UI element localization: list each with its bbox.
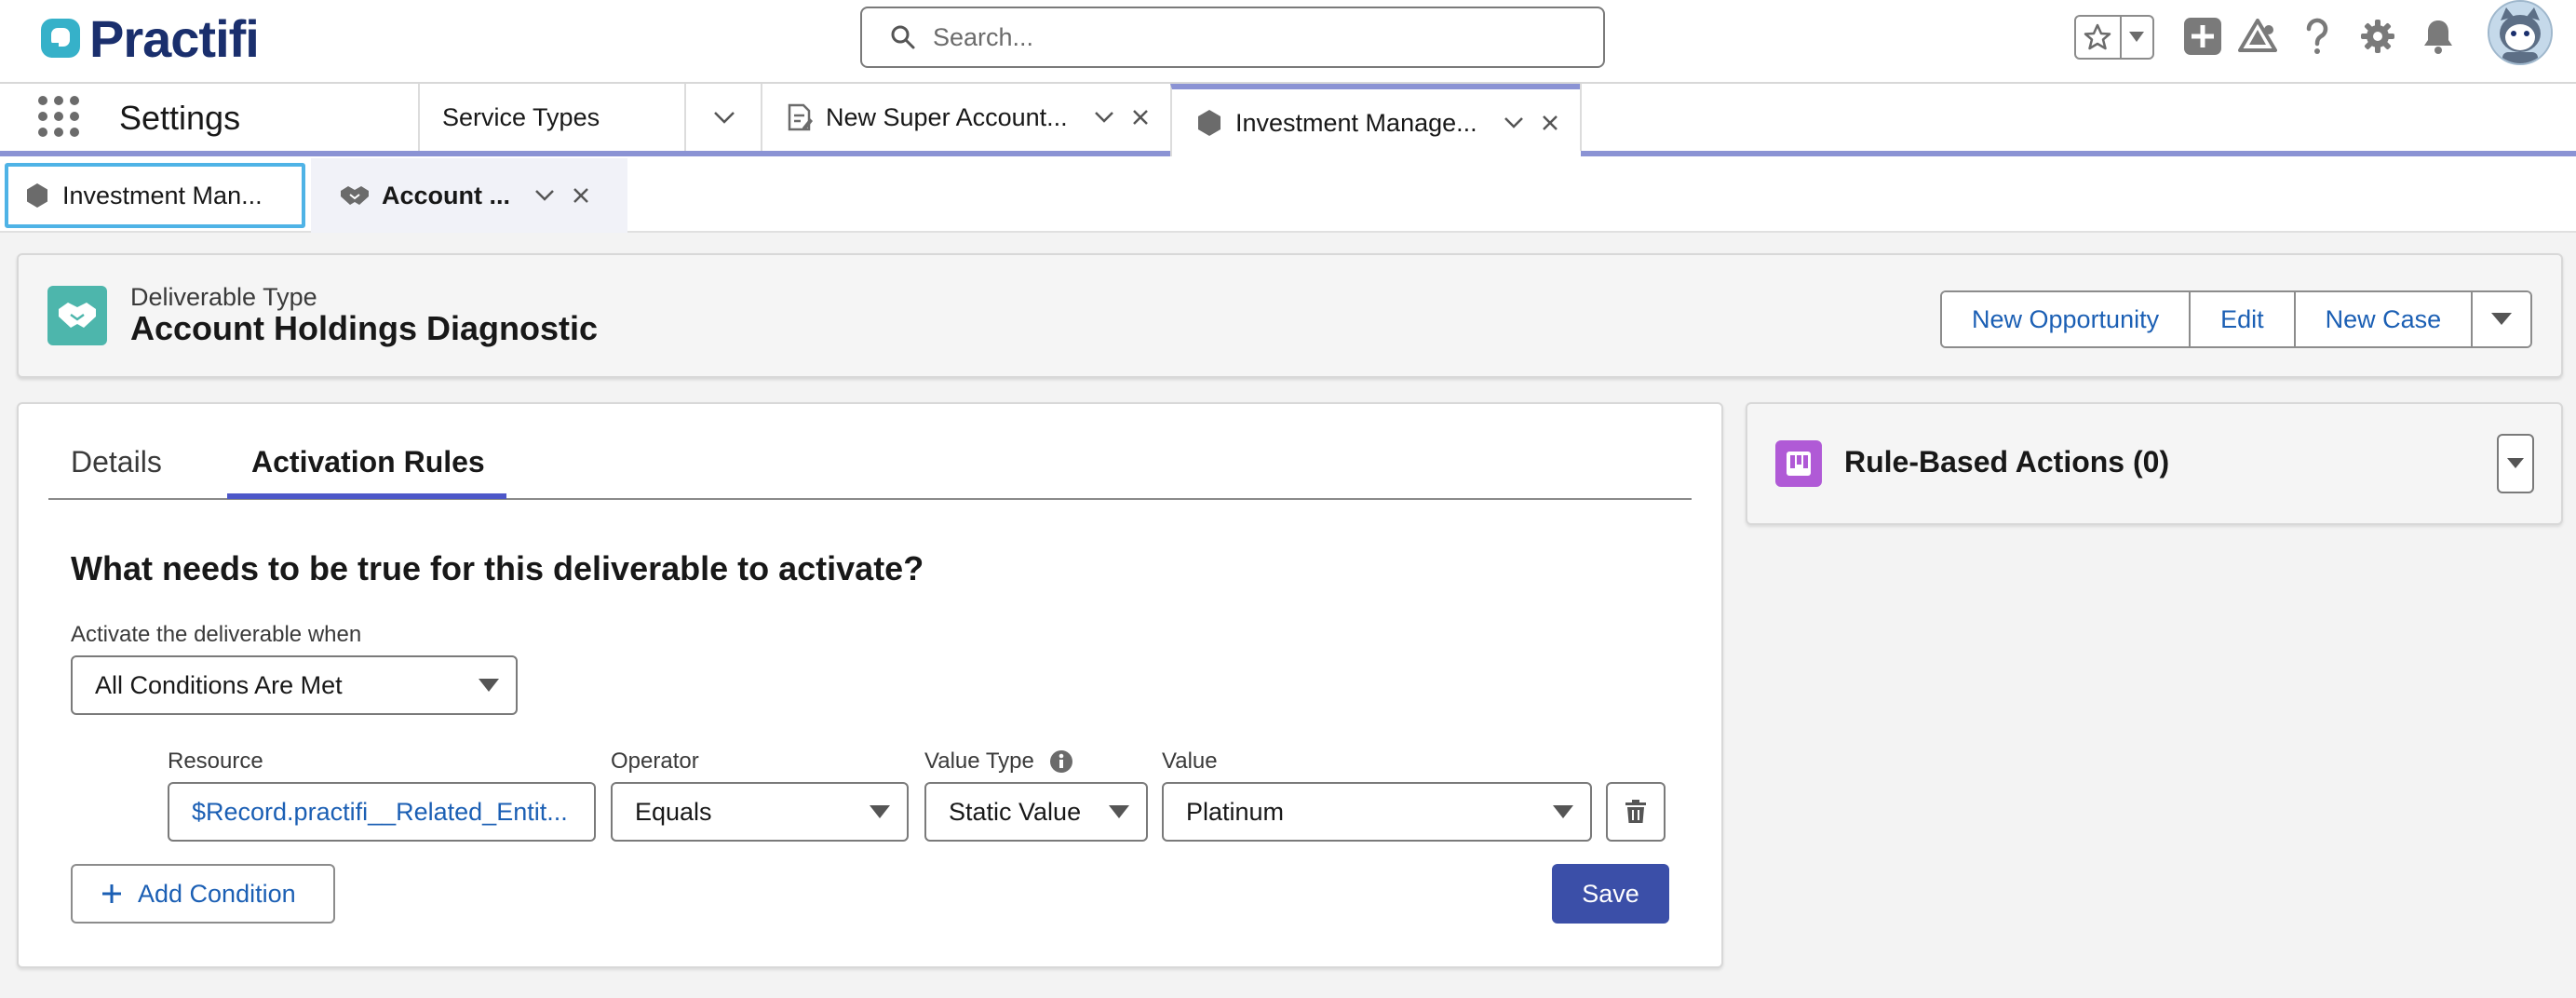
chevron-down-icon [713,112,735,124]
record-actions: New Opportunity Edit New Case [1940,290,2533,348]
help-icon[interactable] [2295,14,2340,59]
object-type-label: Deliverable Type [130,283,317,311]
activate-when-select[interactable]: All Conditions Are Met [71,655,518,715]
app-launcher-icon[interactable] [37,95,80,138]
add-condition-label: Add Condition [138,879,296,908]
resource-label: Resource [168,748,263,774]
caret-down-icon [2491,313,2513,325]
close-icon[interactable] [572,186,590,205]
caret-down-icon [1553,805,1573,818]
value-value: Platinum [1186,797,1285,826]
nav-tab-label: New Super Account... [826,102,1068,131]
value-type-value: Static Value [949,797,1082,826]
value-select[interactable]: Platinum [1162,782,1592,842]
rule-based-actions-menu-button[interactable] [2497,434,2534,493]
tab-divider [1580,84,1582,151]
search-input[interactable] [933,22,1566,52]
caret-down-icon [2507,458,2524,468]
favorites-button-group[interactable] [2074,15,2154,60]
favorites-menu-icon[interactable] [2122,17,2152,58]
tab-details[interactable]: Details [71,445,162,479]
nav-tab-label: Service Types [442,102,600,131]
add-condition-button[interactable]: Add Condition [71,864,335,924]
app-name: Settings [119,99,241,137]
chevron-down-icon[interactable] [1094,111,1114,124]
subtab-label: Investment Man... [62,181,263,209]
global-create-icon[interactable] [2180,14,2225,59]
avatar-icon [2489,2,2551,63]
value-type-label-text: Value Type [924,748,1034,774]
more-actions-button[interactable] [2473,292,2531,346]
record-title: Account Holdings Diagnostic [130,309,599,347]
practifi-logo[interactable]: Practifi [37,8,260,68]
practifi-logo-icon [41,19,80,58]
global-search[interactable] [860,7,1605,68]
close-icon[interactable] [1541,114,1559,132]
caret-down-icon [479,679,499,692]
nav-tab-service-types[interactable]: Service Types [418,84,685,151]
hexagon-icon [1196,109,1222,137]
nav-tab-label: Investment Manage... [1235,108,1477,137]
value-type-select[interactable]: Static Value [924,782,1148,842]
resource-value: $Record.practifi__Related_Entit... [192,797,568,826]
trash-icon [1625,800,1646,823]
value-label: Value [1162,748,1218,774]
caret-down-icon [870,805,890,818]
user-avatar[interactable] [2488,0,2553,65]
tab-activation-rules[interactable]: Activation Rules [251,445,485,479]
activate-when-label: Activate the deliverable when [71,622,362,647]
nav-tab-service-types-menu[interactable] [684,84,762,151]
close-icon[interactable] [1131,108,1150,127]
note-icon [787,103,813,131]
nav-tab-new-super-account[interactable]: New Super Account... [761,84,1171,151]
rules-heading: What needs to be true for this deliverab… [71,549,924,587]
edit-button[interactable]: Edit [2191,292,2296,346]
active-tab-indicator [227,493,506,499]
info-icon[interactable] [1049,749,1073,774]
operator-value: Equals [635,797,712,826]
setup-gear-icon[interactable] [2355,14,2400,59]
notifications-bell-icon[interactable] [2416,14,2461,59]
rule-based-actions-title: Rule-Based Actions (0) [1844,445,2170,479]
caret-down-icon [1109,805,1129,818]
activate-when-value: All Conditions Are Met [95,670,343,699]
subtab-account-holdings[interactable]: Account ... [311,158,627,233]
handshake-icon [47,286,107,345]
delete-condition-button[interactable] [1606,782,1666,842]
new-case-button[interactable]: New Case [2295,292,2474,346]
plus-icon [102,884,121,903]
subtab-label: Account ... [382,181,511,209]
value-type-label: Value Type [924,748,1073,775]
rule-based-actions-icon [1775,440,1822,487]
subtab-investment-manager[interactable]: Investment Man... [5,163,305,228]
practifi-logo-text: Practifi [89,8,260,68]
operator-select[interactable]: Equals [611,782,909,842]
hexagon-icon [25,182,49,209]
search-icon [891,25,915,49]
resource-field[interactable]: $Record.practifi__Related_Entit... [168,782,596,842]
handshake-icon [339,183,371,208]
nav-tab-investment-manager[interactable]: Investment Manage... [1170,84,1581,156]
chevron-down-icon[interactable] [534,189,555,202]
chevron-down-icon[interactable] [1504,116,1524,129]
new-opportunity-button[interactable]: New Opportunity [1942,292,2192,346]
save-button[interactable]: Save [1552,864,1669,924]
operator-label: Operator [611,748,699,774]
trailhead-icon[interactable] [2235,14,2280,59]
favorites-star-icon[interactable] [2076,17,2122,58]
